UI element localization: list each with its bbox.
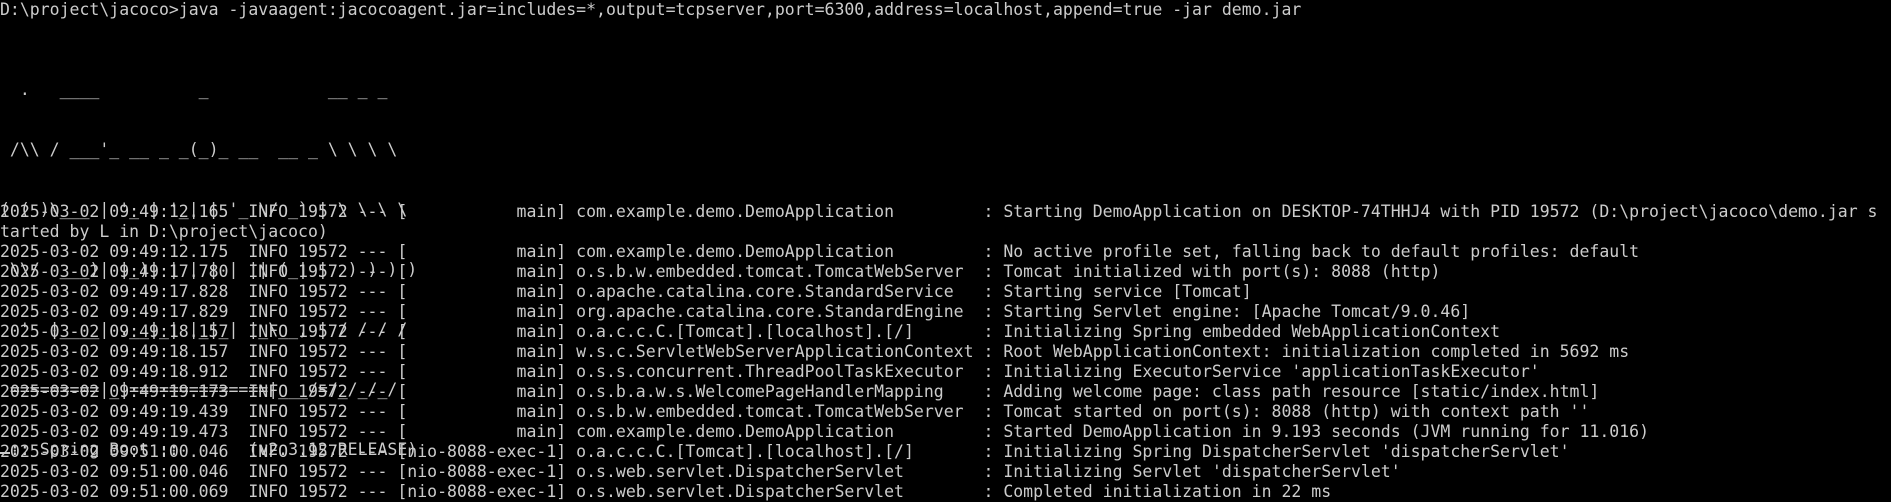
log-line: 2025-03-02 09:49:17.829 INFO 19572 --- [… (0, 302, 1471, 321)
banner-line: /\\ / ___'_ __ _ _(_)_ __ __ _ \ \ \ \ (0, 140, 398, 159)
log-line: 2025-03-02 09:49:19.473 INFO 19572 --- [… (0, 422, 1650, 441)
log-line: 2025-03-02 09:49:18.157 INFO 19572 --- [… (0, 322, 1501, 341)
log-line: 2025-03-02 09:49:12.175 INFO 19572 --- [… (0, 242, 1640, 261)
log-line: 2025-03-02 09:49:17.828 INFO 19572 --- [… (0, 282, 1252, 301)
log-line: 2025-03-02 09:49:18.912 INFO 19572 --- [… (0, 362, 1540, 381)
terminal-window[interactable]: D:\project\jacoco>java -javaagent:jacoco… (0, 0, 1891, 502)
log-line: 2025-03-02 09:51:00.046 INFO 19572 --- [… (0, 442, 1570, 461)
log-line: 2025-03-02 09:49:17.780 INFO 19572 --- [… (0, 262, 1441, 281)
text-cursor (0, 452, 10, 454)
banner-line: . ____ _ __ _ _ (0, 80, 388, 99)
log-line: 2025-03-02 09:49:19.173 INFO 19572 --- [… (0, 382, 1600, 401)
command-line: D:\project\jacoco>java -javaagent:jacoco… (0, 0, 1302, 19)
log-line: 2025-03-02 09:51:00.069 INFO 19572 --- [… (0, 482, 1332, 501)
log-line: 2025-03-02 09:49:12.165 INFO 19572 --- [… (0, 202, 1878, 221)
log-line: 2025-03-02 09:49:18.157 INFO 19572 --- [… (0, 342, 1630, 361)
log-line: 2025-03-02 09:49:19.439 INFO 19572 --- [… (0, 402, 1590, 421)
log-line: 2025-03-02 09:51:00.046 INFO 19572 --- [… (0, 462, 1401, 481)
log-line: tarted by L in D:\project\jacoco) (0, 222, 328, 241)
